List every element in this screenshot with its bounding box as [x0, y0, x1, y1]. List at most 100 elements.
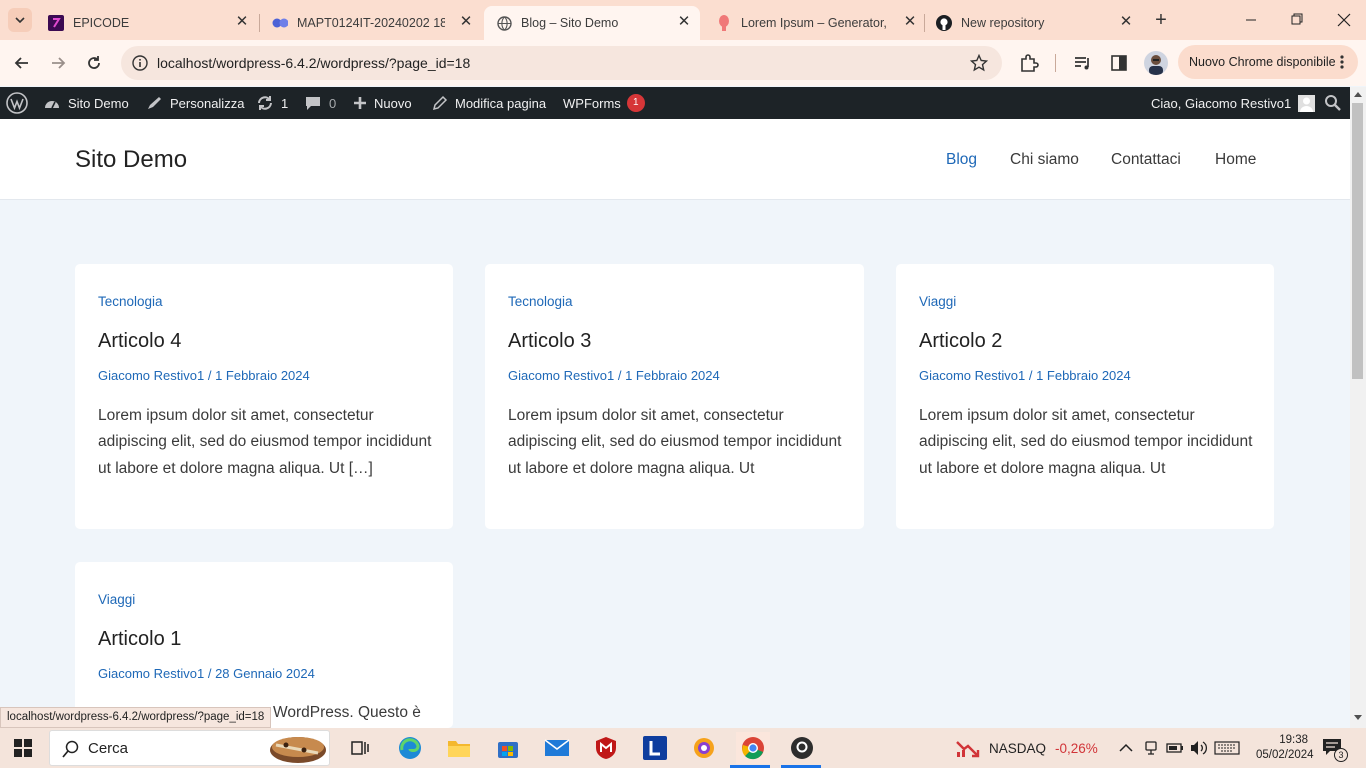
browser-tab-github[interactable]: New repository ✕: [924, 6, 1142, 40]
taskbar-clock[interactable]: 19:38 05/02/2024: [1256, 733, 1314, 763]
browser-tab-lorem[interactable]: Lorem Ipsum – Generator, Ori ✕: [704, 6, 926, 40]
new-tab-button[interactable]: +: [1148, 8, 1174, 34]
reload-button[interactable]: [82, 51, 106, 75]
post-category[interactable]: Tecnologia: [508, 294, 573, 309]
admin-search[interactable]: [1324, 87, 1342, 119]
taskbar-app-circle[interactable]: [687, 732, 721, 764]
admin-comments[interactable]: 0: [304, 87, 336, 119]
wp-admin-bar: Sito Demo Personalizza 1 0 Nuovo Modific…: [0, 87, 1350, 119]
close-tab-icon[interactable]: ✕: [902, 14, 918, 30]
chrome-update-button[interactable]: Nuovo Chrome disponibile: [1178, 45, 1358, 79]
taskbar-store[interactable]: [491, 732, 525, 764]
browser-tab-epicode[interactable]: EPICODE ✕: [36, 6, 258, 40]
wp-logo-menu[interactable]: [6, 87, 28, 119]
back-button[interactable]: [10, 51, 34, 75]
queue-music-icon: [1075, 57, 1089, 70]
site-info-icon[interactable]: [132, 55, 148, 71]
plus-icon: [353, 96, 367, 110]
admin-customize[interactable]: Personalizza: [145, 87, 244, 119]
post-title[interactable]: Articolo 3: [508, 330, 591, 353]
close-tab-icon[interactable]: ✕: [458, 14, 474, 30]
post-category[interactable]: Viaggi: [919, 294, 956, 309]
post-date[interactable]: 1 Febbraio 2024: [625, 368, 720, 383]
site-title[interactable]: Sito Demo: [75, 146, 187, 174]
nav-item-home[interactable]: Home: [1215, 151, 1256, 169]
minimize-window-button[interactable]: [1228, 0, 1274, 40]
admin-site-name[interactable]: Sito Demo: [43, 87, 129, 119]
extensions-button[interactable]: [1018, 52, 1040, 74]
post-title[interactable]: Articolo 1: [98, 628, 181, 651]
admin-new-content[interactable]: Nuovo: [353, 87, 412, 119]
admin-updates-count: 1: [281, 95, 289, 111]
scrollbar-thumb[interactable]: [1352, 103, 1363, 379]
post-date[interactable]: 1 Febbraio 2024: [215, 368, 310, 383]
post-category[interactable]: Tecnologia: [98, 294, 163, 309]
volume-icon[interactable]: [1189, 740, 1209, 756]
close-window-button[interactable]: [1320, 0, 1366, 40]
taskbar-app-l[interactable]: [638, 732, 672, 764]
side-panel-button[interactable]: [1108, 52, 1130, 74]
nav-item-chi-siamo[interactable]: Chi siamo: [1010, 151, 1079, 169]
admin-edit-page[interactable]: Modifica pagina: [432, 87, 546, 119]
post-excerpt: Lorem ipsum dolor sit amet, consectetur …: [919, 407, 1253, 477]
stock-widget[interactable]: NASDAQ -0,26%: [956, 738, 1098, 758]
post-category[interactable]: Viaggi: [98, 592, 135, 607]
browser-tab-teams[interactable]: MAPT0124IT-20240202 1800 ✕: [260, 6, 482, 40]
post-card: Tecnologia Articolo 4 Giacomo Restivo1 /…: [75, 264, 453, 529]
tab-title: New repository: [961, 16, 1045, 30]
close-tab-icon[interactable]: ✕: [1118, 14, 1134, 30]
side-panel-icon: [1111, 55, 1127, 71]
media-controls-button[interactable]: [1072, 52, 1094, 74]
bookmark-star-icon[interactable]: [970, 54, 988, 72]
post-author[interactable]: Giacomo Restivo1: [98, 666, 204, 681]
post-date[interactable]: 28 Gennaio 2024: [215, 666, 315, 681]
notifications-button[interactable]: 3: [1322, 738, 1348, 762]
globe-icon: [496, 15, 512, 31]
browser-toolbar: localhost/wordpress-6.4.2/wordpress/?pag…: [0, 40, 1366, 86]
page-scrollbar[interactable]: [1350, 87, 1366, 728]
taskbar-edge[interactable]: [393, 732, 427, 764]
profile-avatar[interactable]: [1144, 51, 1168, 75]
post-author[interactable]: Giacomo Restivo1: [919, 368, 1025, 383]
tab-search-button[interactable]: [8, 8, 32, 32]
battery-icon[interactable]: [1166, 741, 1184, 755]
admin-wpforms[interactable]: WPForms 1: [563, 87, 645, 119]
start-button[interactable]: [6, 732, 40, 764]
restore-window-button[interactable]: [1274, 0, 1320, 40]
chevron-up-icon[interactable]: [1119, 743, 1133, 752]
comment-icon: [304, 95, 322, 111]
nav-item-blog[interactable]: Blog: [946, 151, 977, 169]
keyboard-icon[interactable]: [1214, 741, 1240, 755]
task-view-button[interactable]: [343, 732, 377, 764]
tab-title: EPICODE: [73, 16, 130, 30]
admin-account-menu[interactable]: Ciao, Giacomo Restivo1: [1151, 87, 1316, 119]
scroll-up-icon[interactable]: [1354, 91, 1362, 97]
forward-button[interactable]: [46, 51, 70, 75]
post-author[interactable]: Giacomo Restivo1: [98, 368, 204, 383]
admin-customize-label: Personalizza: [170, 95, 245, 111]
taskbar-github-desktop[interactable]: [785, 732, 819, 764]
post-title[interactable]: Articolo 2: [919, 330, 1002, 353]
scroll-down-icon[interactable]: [1354, 715, 1362, 721]
close-tab-icon[interactable]: ✕: [234, 14, 250, 30]
address-bar[interactable]: localhost/wordpress-6.4.2/wordpress/?pag…: [121, 46, 1002, 80]
post-date[interactable]: 1 Febbraio 2024: [1036, 368, 1131, 383]
nav-item-contattaci[interactable]: Contattaci: [1111, 151, 1181, 169]
store-icon: [498, 742, 518, 758]
taskbar-mail[interactable]: [540, 732, 574, 764]
close-tab-icon[interactable]: ✕: [676, 14, 692, 30]
tab-title: Lorem Ipsum – Generator, Ori: [741, 16, 889, 30]
network-icon[interactable]: [1143, 740, 1159, 756]
taskbar-file-explorer[interactable]: [442, 732, 476, 764]
search-icon: [62, 740, 79, 758]
admin-updates[interactable]: 1: [256, 87, 288, 119]
post-author[interactable]: Giacomo Restivo1: [508, 368, 614, 383]
browser-tab-blog[interactable]: Blog – Sito Demo ✕: [484, 6, 700, 40]
taskbar-chrome[interactable]: [736, 732, 770, 764]
taskbar-mcafee[interactable]: [589, 732, 623, 764]
taskbar-search[interactable]: Cerca: [49, 730, 330, 766]
puzzle-icon: [1021, 54, 1039, 72]
url-text[interactable]: localhost/wordpress-6.4.2/wordpress/?pag…: [157, 55, 470, 71]
post-meta: Giacomo Restivo1 / 1 Febbraio 2024: [98, 368, 310, 383]
post-title[interactable]: Articolo 4: [98, 330, 181, 353]
